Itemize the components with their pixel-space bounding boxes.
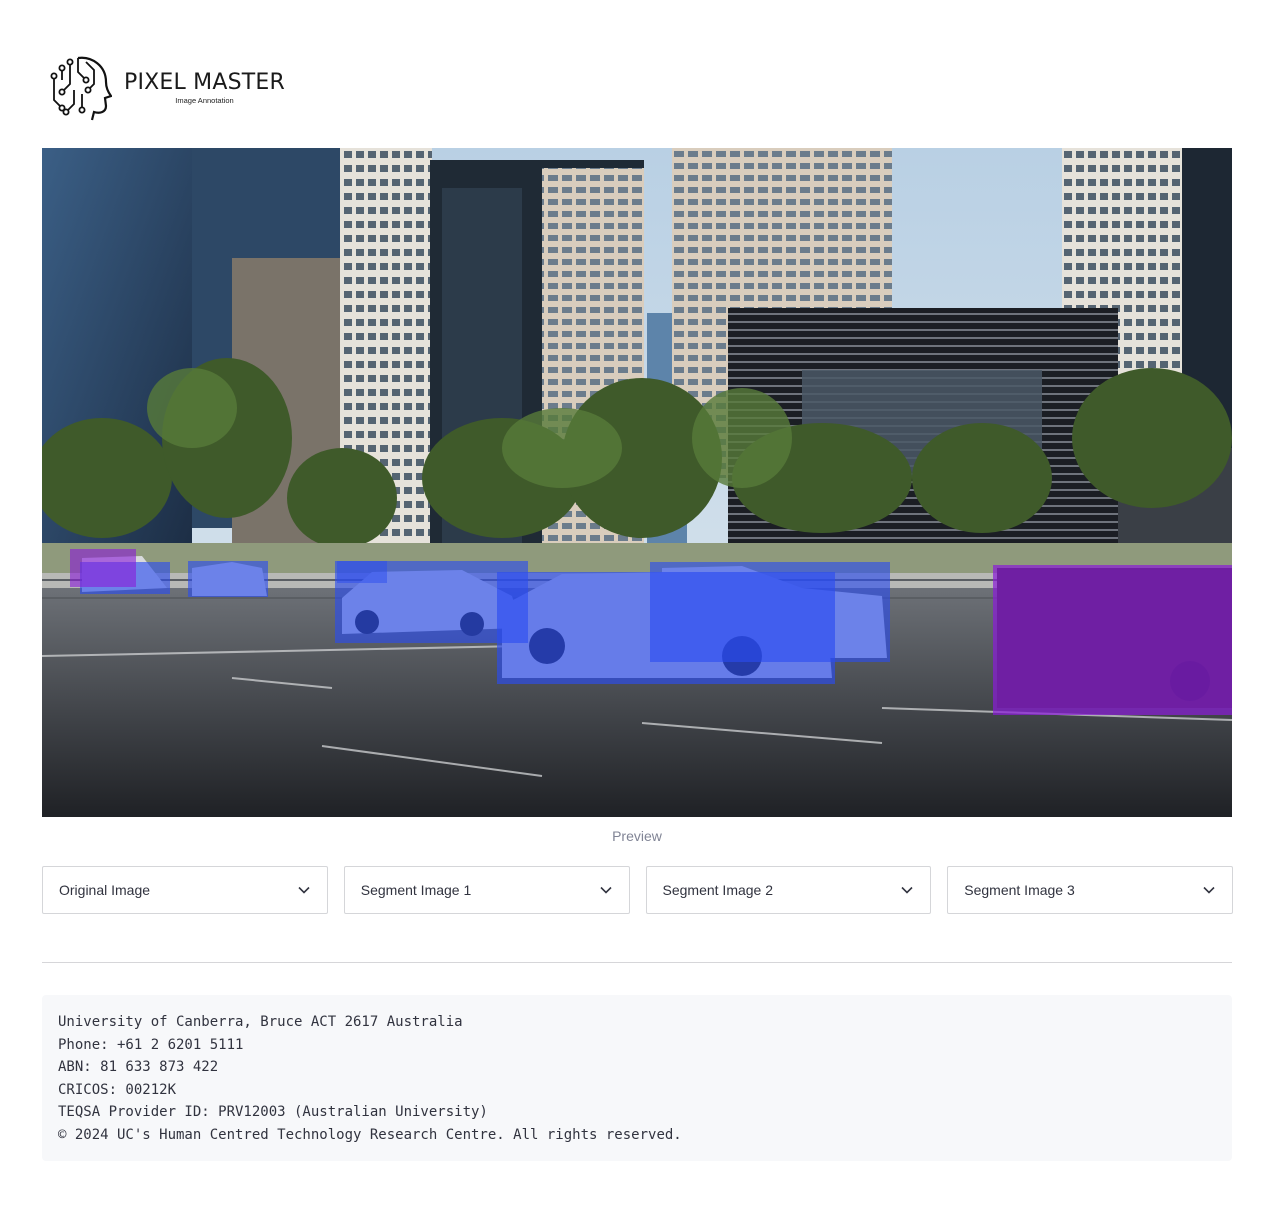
- brand-name: PIXEL MASTER: [124, 69, 285, 95]
- footer-cricos: CRICOS: 00212K: [58, 1081, 177, 1098]
- section-divider: [42, 962, 1232, 963]
- footer-address: University of Canberra, Bruce ACT 2617 A…: [58, 1014, 463, 1030]
- vehicle-annotation: [993, 565, 1232, 715]
- select-value: Original Image: [59, 882, 151, 898]
- preview-image: [42, 148, 1232, 817]
- footer-copyright: © 2024 UC's Human Centred Technology Res…: [58, 1126, 682, 1143]
- select-value: Segment Image 2: [662, 882, 774, 898]
- segment-image-2-select[interactable]: Segment Image 2: [645, 866, 932, 914]
- original-image-select[interactable]: Original Image: [42, 866, 328, 914]
- select-value: Segment Image 1: [360, 882, 472, 898]
- car-annotation: [497, 572, 835, 684]
- footer-info: University of Canberra, Bruce ACT 2617 A…: [42, 995, 1232, 1161]
- preview-caption: Preview: [612, 828, 662, 844]
- ai-head-circuit-icon: [50, 56, 112, 121]
- chevron-down-icon: [1203, 886, 1215, 894]
- chevron-down-icon: [298, 886, 310, 894]
- select-value: Segment Image 3: [964, 882, 1075, 898]
- brand-tagline: Image Annotation: [175, 95, 234, 105]
- app-logo: PIXEL MASTER Image Annotation: [48, 54, 285, 122]
- footer-phone: Phone: +61 2 6201 5111: [58, 1036, 244, 1053]
- car-annotation: [188, 561, 268, 597]
- vehicle-annotation: [70, 549, 136, 587]
- footer-abn: ABN: 81 633 873 422: [58, 1059, 219, 1075]
- street-scene-image: [42, 148, 1232, 817]
- segment-image-3-select[interactable]: Segment Image 3: [947, 866, 1233, 914]
- footer-teqsa: TEQSA Provider ID: PRV12003 (Australian …: [58, 1104, 488, 1120]
- car-annotation: [337, 561, 387, 583]
- chevron-down-icon: [901, 886, 913, 894]
- segment-image-1-select[interactable]: Segment Image 1: [343, 866, 630, 914]
- chevron-down-icon: [599, 886, 612, 894]
- image-selectors: Original Image Segment Image 1 Segment I…: [42, 866, 1233, 914]
